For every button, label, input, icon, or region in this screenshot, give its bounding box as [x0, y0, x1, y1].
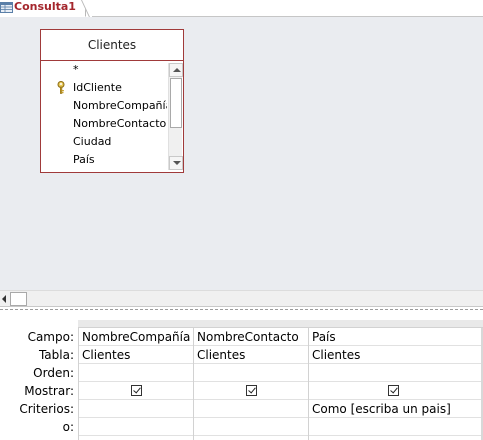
tab-label: Consulta1	[14, 0, 76, 13]
query-icon	[0, 2, 13, 13]
field-list-clientes[interactable]: Clientes * IdCliente NombreCompañía Nomb…	[40, 29, 184, 173]
show-checkbox[interactable]	[246, 385, 257, 396]
mostrar-cell	[309, 382, 481, 400]
scroll-down-button[interactable]	[169, 156, 183, 170]
campo-cell[interactable]: NombreContacto	[194, 328, 309, 346]
primary-key-icon	[57, 81, 65, 94]
scroll-left-button[interactable]	[0, 291, 10, 306]
grid-column-2: NombreContacto Clientes	[193, 328, 309, 440]
field-label: NombreCompañía	[73, 99, 167, 112]
orden-cell[interactable]	[194, 364, 309, 382]
field-item-all[interactable]: *	[41, 61, 167, 79]
o-cell[interactable]	[79, 418, 194, 436]
scroll-up-button[interactable]	[169, 63, 183, 77]
field-item-pais[interactable]: País	[41, 151, 167, 169]
tab-consulta1[interactable]: Consulta1	[0, 0, 86, 17]
mostrar-cell	[194, 382, 309, 400]
field-label: País	[73, 153, 95, 166]
campo-cell[interactable]: NombreCompañía	[79, 328, 194, 346]
orden-cell[interactable]	[79, 364, 194, 382]
field-list-scrollbar[interactable]	[168, 63, 183, 170]
field-label: Ciudad	[73, 135, 112, 148]
scroll-thumb[interactable]	[170, 78, 182, 128]
document-tab-strip: Consulta1	[0, 0, 483, 17]
mostrar-cell	[79, 382, 194, 400]
row-label-campo: Campo:	[27, 330, 74, 344]
query-design-window: Consulta1 Clientes * IdCliente NombreCom…	[0, 0, 483, 440]
campo-cell[interactable]: País	[309, 328, 481, 346]
query-grid: Campo: Tabla: Orden: Mostrar: Criterios:…	[0, 312, 483, 440]
show-checkbox[interactable]	[388, 385, 399, 396]
field-label: IdCliente	[73, 81, 122, 94]
field-item-ciudad[interactable]: Ciudad	[41, 133, 167, 151]
row-label-tabla: Tabla:	[38, 348, 74, 362]
grid-column-1: NombreCompañía Clientes	[78, 328, 194, 440]
tabla-cell[interactable]: Clientes	[309, 346, 481, 364]
tabla-cell[interactable]: Clientes	[194, 346, 309, 364]
chevron-up-icon	[173, 68, 181, 72]
o-cell[interactable]	[309, 418, 481, 436]
field-list-items: * IdCliente NombreCompañía NombreContact…	[41, 61, 167, 171]
field-item-nombrecompania[interactable]: NombreCompañía	[41, 97, 167, 115]
chevron-left-icon	[2, 295, 6, 303]
splitter-line	[0, 309, 483, 310]
row-label-mostrar: Mostrar:	[24, 384, 74, 398]
field-item-nombrecontacto[interactable]: NombreContacto	[41, 115, 167, 133]
tabla-cell[interactable]: Clientes	[79, 346, 194, 364]
criterios-cell[interactable]: Como [escriba un pais]	[309, 400, 481, 418]
scroll-thumb[interactable]	[10, 292, 27, 306]
field-list-title[interactable]: Clientes	[41, 30, 183, 61]
criterios-cell[interactable]	[194, 400, 309, 418]
field-label: *	[73, 63, 79, 76]
design-horizontal-scrollbar[interactable]	[0, 290, 483, 306]
row-label-criterios: Criterios:	[19, 402, 74, 416]
criterios-cell[interactable]	[79, 400, 194, 418]
chevron-down-icon	[173, 161, 181, 165]
grid-column-3: País Clientes Como [escriba un pais]	[308, 328, 481, 440]
table-design-area[interactable]: Clientes * IdCliente NombreCompañía Nomb…	[0, 17, 483, 290]
row-label-o: o:	[62, 420, 74, 434]
o-cell[interactable]	[194, 418, 309, 436]
column-selector-strip[interactable]	[78, 320, 483, 328]
orden-cell[interactable]	[309, 364, 481, 382]
field-item-idcliente[interactable]: IdCliente	[41, 79, 167, 97]
field-label: NombreContacto	[73, 117, 167, 130]
row-label-orden: Orden:	[33, 366, 74, 380]
show-checkbox[interactable]	[131, 385, 142, 396]
